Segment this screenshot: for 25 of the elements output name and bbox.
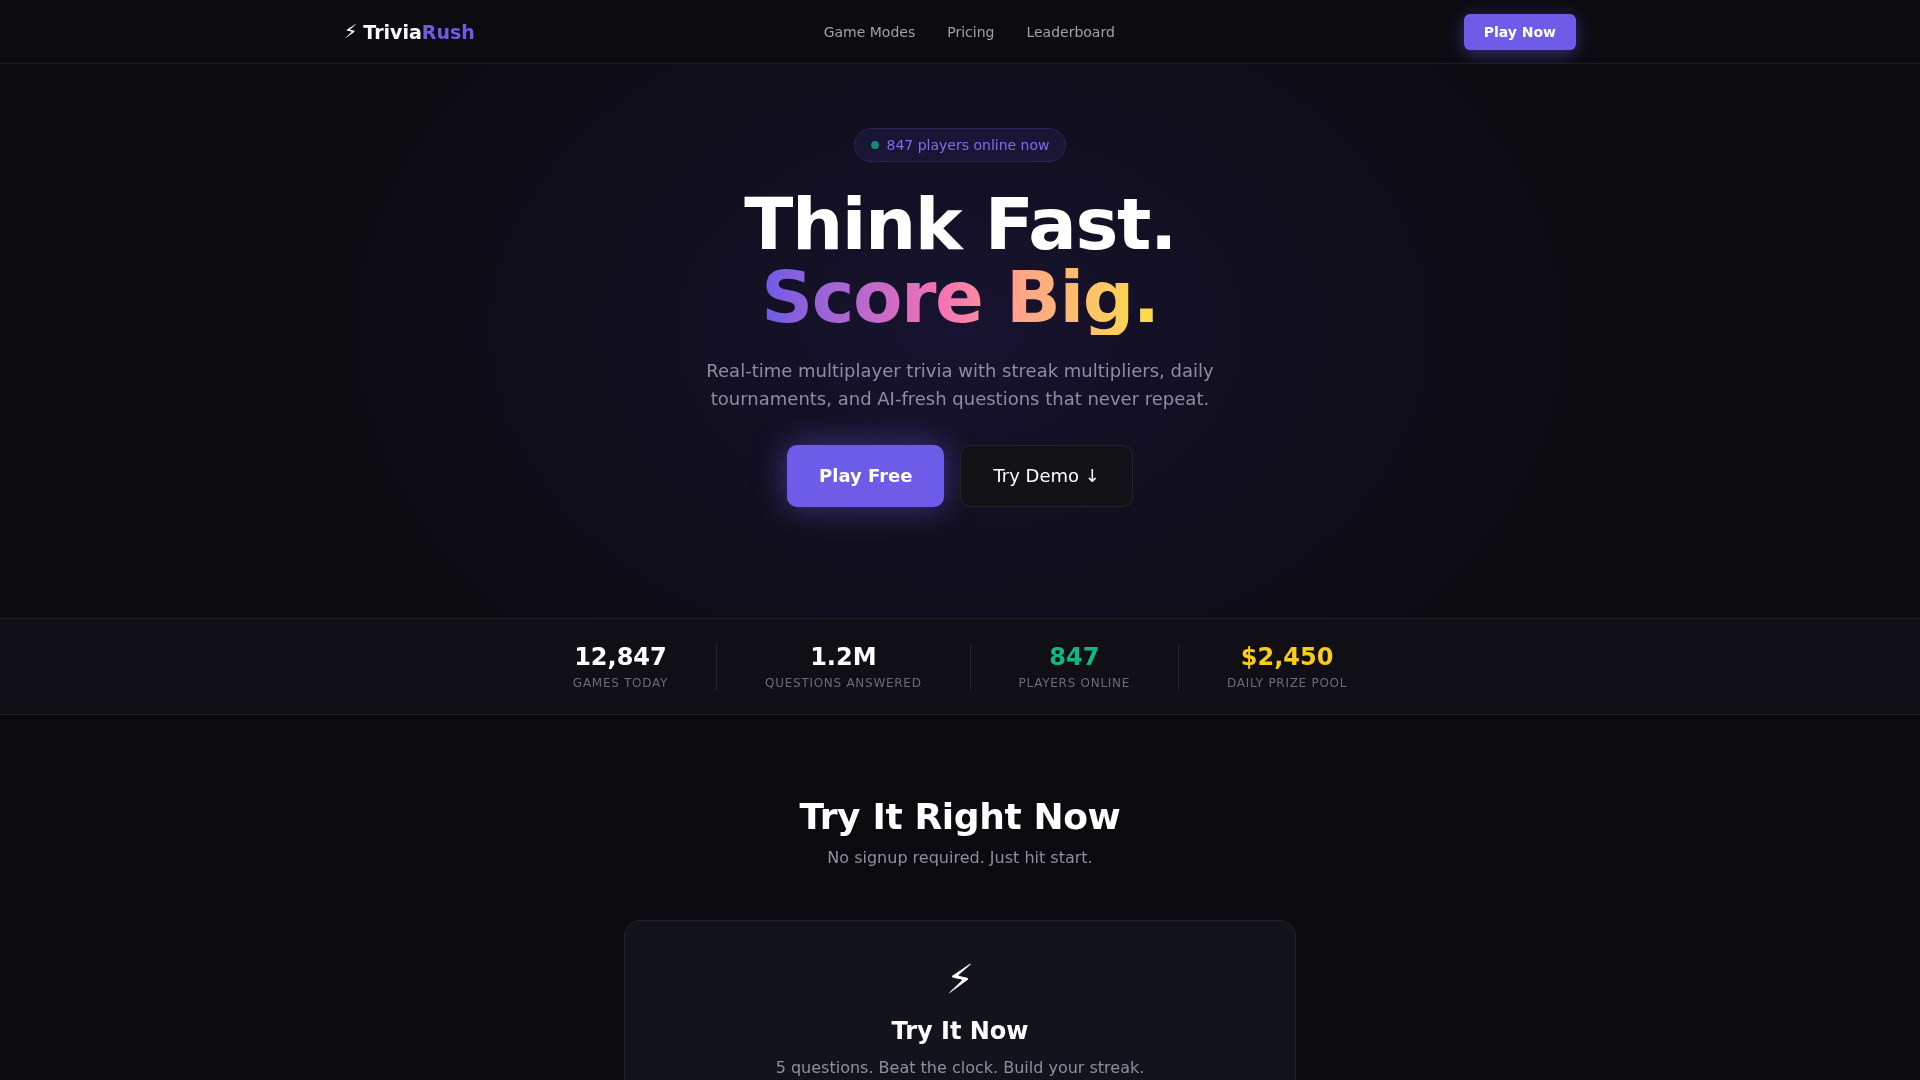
play-now-button[interactable]: Play Now bbox=[1463, 13, 1576, 50]
stat-value: 1.2M bbox=[810, 642, 877, 672]
stat-value: 847 bbox=[1049, 642, 1100, 672]
play-free-button[interactable]: Play Free bbox=[787, 444, 945, 507]
nav-link[interactable]: Pricing bbox=[947, 23, 995, 40]
stat-label: DAILY PRIZE POOL bbox=[1227, 675, 1348, 690]
nav-link[interactable]: Leaderboard bbox=[1026, 23, 1115, 40]
lightning-icon: ⚡ bbox=[945, 954, 975, 1003]
stat-label: QUESTIONS ANSWERED bbox=[765, 675, 922, 690]
hero-description: Real-time multiplayer trivia with streak multipliers, daily tournaments, and AI-fresh questions that never repeat. bbox=[705, 358, 1215, 411]
try-demo-button[interactable]: Try Demo ↓ bbox=[960, 444, 1133, 507]
online-count-text: 847 players online now bbox=[886, 136, 1050, 155]
stat-value: 12,847 bbox=[574, 642, 667, 672]
card-title: Try It Now bbox=[891, 1016, 1029, 1046]
nav-link[interactable]: Game Modes bbox=[823, 23, 916, 40]
section-heading: Try It Right Now bbox=[799, 794, 1121, 838]
stat-value: $2,450 bbox=[1240, 642, 1334, 672]
status-dot-icon bbox=[870, 141, 879, 149]
lightning-icon: ⚡ bbox=[344, 22, 358, 41]
section-description: No signup required. Just hit start. bbox=[827, 846, 1093, 869]
stat-label: GAMES TODAY bbox=[572, 675, 669, 690]
card-description: 5 questions. Beat the clock. Build your streak. bbox=[775, 1056, 1145, 1079]
hero-heading: Think Fast. Score Big. bbox=[744, 188, 1176, 335]
stat-label: PLAYERS ONLINE bbox=[1018, 675, 1131, 690]
logo-link[interactable]: ⚡ TriviaRush bbox=[344, 20, 475, 43]
